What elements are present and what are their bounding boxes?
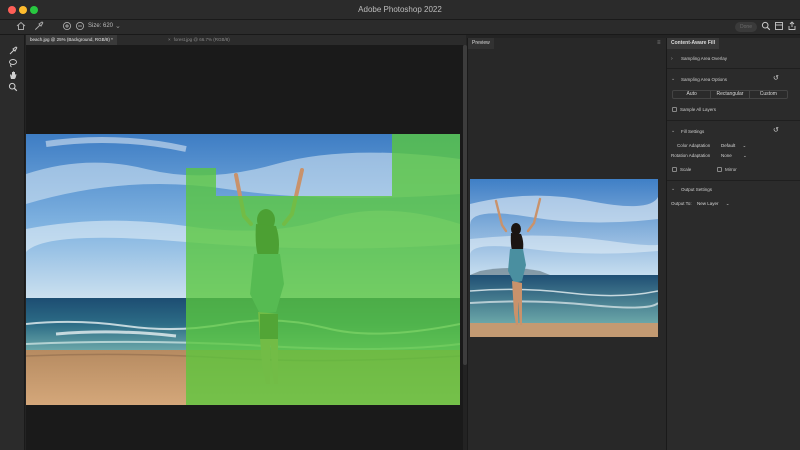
- rotation-adaptation-select[interactable]: None ⌄: [721, 152, 747, 159]
- rotation-adaptation-value: None: [721, 153, 732, 158]
- close-tab-icon[interactable]: ×: [168, 37, 171, 42]
- mirror-checkbox[interactable]: [717, 167, 722, 172]
- mirror-label: Mirror: [725, 167, 737, 172]
- chevron-down-icon[interactable]: ⌄: [671, 76, 675, 82]
- divider: [667, 68, 800, 69]
- chevron-down-icon[interactable]: ⌄: [115, 22, 121, 30]
- sample-all-layers-checkbox[interactable]: [672, 107, 677, 112]
- lasso-tool-icon[interactable]: [8, 58, 18, 68]
- rectangular-option[interactable]: Rectangular: [711, 91, 750, 98]
- options-bar: Size: 620 ⌄ Done: [0, 20, 800, 35]
- reset-icon[interactable]: ↺: [773, 74, 779, 82]
- document-tabs: beach.jpg @ 25% (Background, RGB/8) * × f…: [26, 35, 466, 45]
- scale-label: Scale: [680, 167, 692, 172]
- output-to-label: Output To:: [671, 201, 692, 206]
- auto-option[interactable]: Auto: [673, 91, 712, 98]
- photoshop-window: Adobe Photoshop 2022 Size: 620 ⌄ Done be…: [0, 0, 800, 450]
- window-title: Adobe Photoshop 2022: [358, 5, 442, 14]
- preview-panel-title[interactable]: Preview: [468, 38, 494, 49]
- chevron-down-icon[interactable]: ⌄: [671, 186, 675, 192]
- color-adaptation-select[interactable]: Default ⌄: [721, 142, 746, 149]
- content-aware-fill-panel: Content-Aware Fill › Sampling Area Overl…: [666, 38, 800, 450]
- color-adaptation-label: Color Adaptation: [677, 143, 711, 148]
- divider: [667, 180, 800, 181]
- panel-title[interactable]: Content-Aware Fill: [667, 38, 720, 49]
- sampling-area-overlay: [186, 134, 460, 405]
- divider: [667, 120, 800, 121]
- reset-icon[interactable]: ↺: [773, 126, 779, 134]
- preview-image: [470, 179, 658, 337]
- subtract-from-area-icon[interactable]: [74, 21, 86, 33]
- brush-tool-icon[interactable]: [33, 21, 45, 33]
- workspace-icon[interactable]: [773, 21, 785, 33]
- share-icon[interactable]: [786, 21, 798, 33]
- fill-settings-label[interactable]: Fill Settings: [681, 129, 704, 134]
- preview-panel: Preview ≡: [467, 38, 666, 450]
- sampling-area-overlay-label[interactable]: Sampling Area Overlay: [681, 56, 727, 61]
- output-settings-label[interactable]: Output Settings: [681, 187, 712, 192]
- scale-checkbox[interactable]: [672, 167, 677, 172]
- home-icon[interactable]: [15, 21, 27, 33]
- output-to-select[interactable]: New Layer ⌄: [697, 200, 730, 207]
- chevron-right-icon[interactable]: ›: [671, 56, 673, 62]
- panel-menu-icon[interactable]: ≡: [657, 40, 661, 46]
- zoom-tool-icon[interactable]: [8, 82, 18, 92]
- sample-all-layers-label: Sample All Layers: [680, 107, 717, 112]
- chevron-down-icon: ⌄: [742, 143, 747, 148]
- tab-forest[interactable]: × forest.jpg @ 66.7% (RGB/8): [164, 35, 234, 45]
- chevron-down-icon[interactable]: ⌄: [671, 128, 675, 134]
- tab-beach[interactable]: beach.jpg @ 25% (Background, RGB/8) *: [26, 35, 117, 45]
- chevron-down-icon: ⌄: [725, 201, 730, 206]
- add-to-area-icon[interactable]: [61, 21, 73, 33]
- search-icon[interactable]: [760, 21, 772, 33]
- brush-size-label[interactable]: Size: 620: [88, 23, 113, 29]
- title-bar: Adobe Photoshop 2022: [0, 0, 800, 20]
- sampling-brush-tool-icon[interactable]: [8, 46, 18, 56]
- document-canvas[interactable]: [26, 45, 463, 450]
- rotation-adaptation-label: Rotation Adaptation: [671, 153, 711, 158]
- chevron-down-icon: ⌄: [743, 153, 747, 158]
- custom-option[interactable]: Custom: [750, 91, 787, 98]
- hand-tool-icon[interactable]: [8, 70, 18, 80]
- tools-panel: [0, 35, 25, 450]
- sampling-area-segmented-control: Auto Rectangular Custom: [672, 90, 788, 99]
- done-button[interactable]: Done: [735, 22, 757, 32]
- output-to-value: New Layer: [697, 201, 719, 206]
- tab-forest-label: forest.jpg @ 66.7% (RGB/8): [173, 37, 230, 42]
- sampling-area-options-label[interactable]: Sampling Area Options: [681, 77, 727, 82]
- color-adaptation-value: Default: [721, 143, 736, 148]
